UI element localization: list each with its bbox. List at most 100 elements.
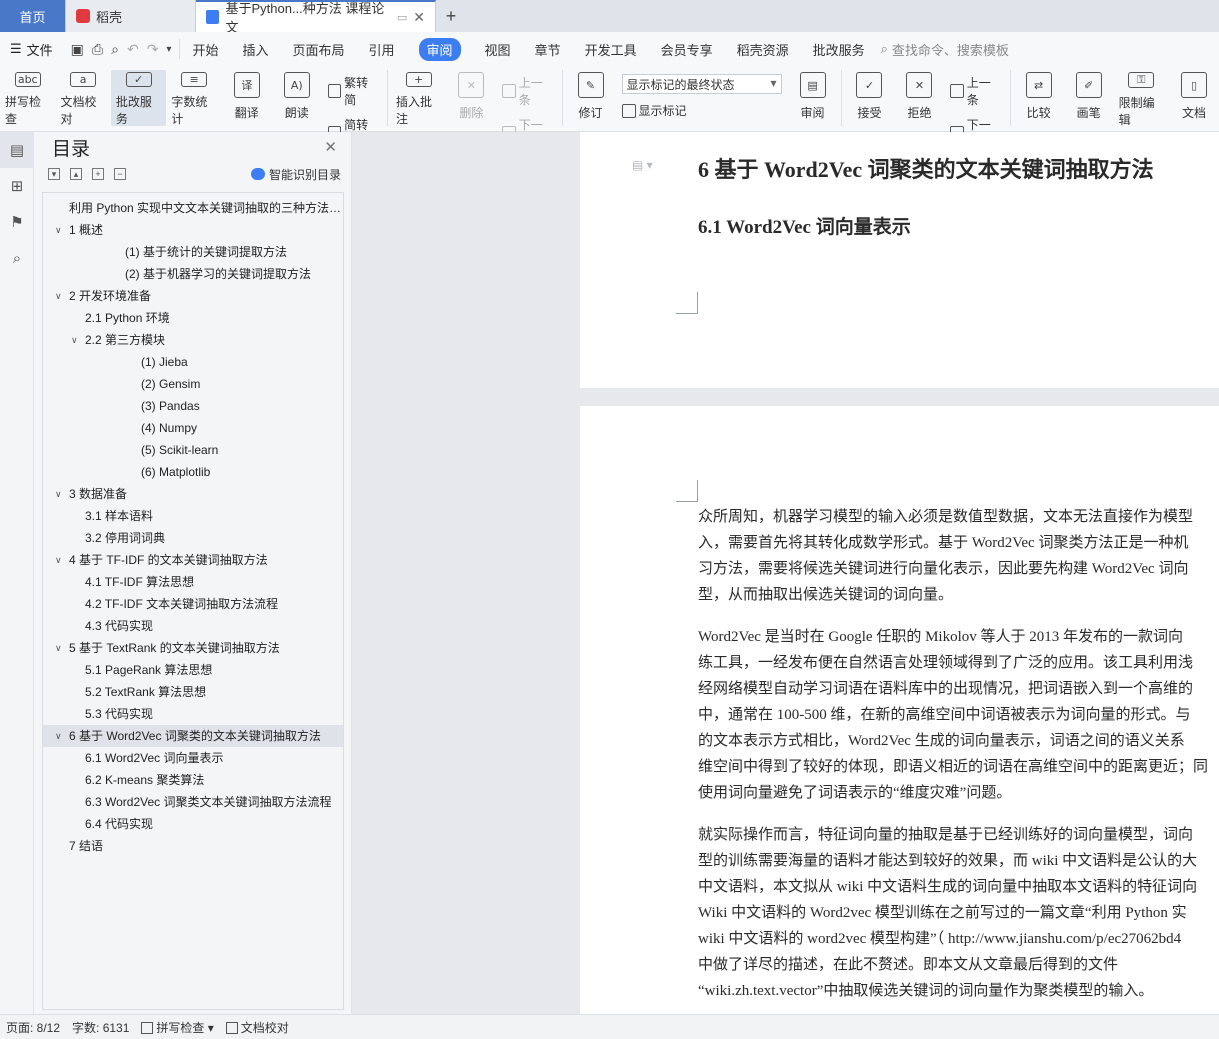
toc-icon[interactable]: ▤	[0, 132, 34, 168]
prev-comment-button[interactable]: 上一条	[502, 74, 552, 108]
heading-1[interactable]: 6 基于 Word2Vec 词聚类的文本关键词抽取方法	[698, 152, 1154, 184]
insert-comment-button[interactable]: + 插入批注	[391, 70, 446, 126]
menu-review[interactable]: 审阅	[407, 32, 473, 66]
redo-icon[interactable]: ↷	[147, 41, 159, 58]
toc-item[interactable]: 7 结语	[43, 835, 343, 857]
undo-icon[interactable]: ↶	[127, 41, 139, 58]
expand-up-icon[interactable]: ▴	[70, 168, 82, 180]
expand-caret-icon[interactable]: ∨	[55, 483, 62, 505]
toc-item[interactable]: 6.1 Word2Vec 词向量表示	[43, 747, 343, 769]
read-aloud-button[interactable]: A) 朗读	[272, 70, 322, 126]
toc-item[interactable]: 5.3 代码实现	[43, 703, 343, 725]
prev-change-button[interactable]: 上一条	[950, 74, 1000, 108]
toc-item[interactable]: ∨ 5 基于 TextRank 的文本关键词抽取方法	[43, 637, 343, 659]
expand-caret-icon[interactable]: ∨	[55, 219, 62, 241]
toc-item[interactable]: ∨ 3 数据准备	[43, 483, 343, 505]
toc-item[interactable]: 4.2 TF-IDF 文本关键词抽取方法流程	[43, 593, 343, 615]
file-menu[interactable]: ☰ 文件	[0, 32, 63, 66]
menu-devtools[interactable]: 开发工具	[573, 32, 649, 66]
page-indicator[interactable]: 页面: 8/12	[6, 1019, 60, 1036]
word-count-button[interactable]: ≡ 字数统计	[166, 70, 221, 126]
expand-caret-icon[interactable]: ∨	[55, 725, 62, 747]
tab-daoke[interactable]: 稻壳	[66, 0, 196, 32]
chapter-icon[interactable]: ⊞	[0, 168, 34, 204]
toc-item[interactable]: 3.2 停用词词典	[43, 527, 343, 549]
toc-item[interactable]: (5) Scikit-learn	[43, 439, 343, 461]
toc-item[interactable]: (2) Gensim	[43, 373, 343, 395]
proofread-status[interactable]: 文档校对	[225, 1019, 289, 1036]
menu-page-layout[interactable]: 页面布局	[280, 32, 356, 66]
toc-item[interactable]: (1) Jieba	[43, 351, 343, 373]
tab-home[interactable]: 首页	[0, 0, 66, 32]
save-icon[interactable]: ▣	[71, 41, 84, 58]
toc-item[interactable]: (6) Matplotlib	[43, 461, 343, 483]
delete-comment-button[interactable]: ✕ 删除	[446, 70, 496, 126]
expand-caret-icon[interactable]: ∨	[55, 285, 62, 307]
pin-icon[interactable]: ▭	[397, 11, 407, 24]
doc-proofread-button[interactable]: a 文档校对	[55, 70, 110, 126]
toc-item[interactable]: (1) 基于统计的关键词提取方法	[43, 241, 343, 263]
menu-view[interactable]: 视图	[473, 32, 523, 66]
restrict-edit-button[interactable]: ⚿ 限制编辑	[1114, 70, 1169, 127]
toc-item[interactable]: 5.2 TextRank 算法思想	[43, 681, 343, 703]
toc-item[interactable]: (4) Numpy	[43, 417, 343, 439]
menu-member[interactable]: 会员专享	[649, 32, 725, 66]
expand-caret-icon[interactable]: ∨	[71, 329, 78, 351]
pen-button[interactable]: ✐ 画笔	[1064, 70, 1114, 126]
tab-document[interactable]: 基于Python...种方法 课程论文 ▭ ✕	[196, 0, 436, 35]
markup-state-select[interactable]: 显示标记的最终状态	[621, 74, 782, 94]
toc-item[interactable]: 5.1 PageRank 算法思想	[43, 659, 343, 681]
toc-item[interactable]: 2.1 Python 环境	[43, 307, 343, 329]
toc-item[interactable]: (2) 基于机器学习的关键词提取方法	[43, 263, 343, 285]
new-tab-button[interactable]: +	[436, 0, 466, 32]
remove-heading-icon[interactable]: −	[114, 168, 126, 180]
toc-item[interactable]: (3) Pandas	[43, 395, 343, 417]
menu-insert[interactable]: 插入	[230, 32, 280, 66]
translate-button[interactable]: 译翻译	[222, 70, 272, 126]
customize-icon[interactable]: ▾	[166, 44, 171, 55]
menu-correction-service[interactable]: 批改服务	[801, 32, 877, 66]
toc-item[interactable]: ∨ 1 概述	[43, 219, 343, 241]
toc-item[interactable]: 6.2 K-means 聚类算法	[43, 769, 343, 791]
show-markup-button[interactable]: 显示标记	[621, 102, 782, 119]
toc-item[interactable]: 6.4 代码实现	[43, 813, 343, 835]
toc-item[interactable]: ∨ 2.2 第三方模块	[43, 329, 343, 351]
toc-item[interactable]: ∨ 6 基于 Word2Vec 词聚类的文本关键词抽取方法	[43, 725, 343, 747]
menu-reference[interactable]: 引用	[357, 32, 407, 66]
add-heading-icon[interactable]: +	[92, 168, 104, 180]
accept-button[interactable]: ✓ 接受	[844, 70, 894, 126]
smart-toc-button[interactable]: 智能识别目录	[250, 166, 341, 183]
find-icon[interactable]: ⌕	[0, 240, 34, 276]
document-more-button[interactable]: ▯ 文档	[1169, 70, 1219, 126]
toc-item[interactable]: 3.1 样本语料	[43, 505, 343, 527]
track-changes-button[interactable]: ✎ 修订	[566, 70, 616, 126]
toc-item[interactable]: 4.1 TF-IDF 算法思想	[43, 571, 343, 593]
expand-caret-icon[interactable]: ∨	[55, 549, 62, 571]
review-pane-button[interactable]: ▤ 审阅	[788, 70, 838, 126]
toc-item[interactable]: 4.3 代码实现	[43, 615, 343, 637]
expand-caret-icon[interactable]: ∨	[55, 637, 62, 659]
toc-item[interactable]: ∨ 2 开发环境准备	[43, 285, 343, 307]
reject-button[interactable]: ✕ 拒绝	[894, 70, 944, 126]
toc-item[interactable]: 6.3 Word2Vec 词聚类文本关键词抽取方法流程	[43, 791, 343, 813]
compare-button[interactable]: ⇄ 比较	[1014, 70, 1064, 126]
correction-service-button[interactable]: ✓ 批改服务	[110, 70, 167, 126]
paragraph[interactable]: Word2Vec 是当时在 Google 任职的 Mikolov 等人于 201…	[698, 624, 1219, 808]
heading-2[interactable]: 6.1 Word2Vec 词向量表示	[698, 212, 911, 239]
print-preview-icon[interactable]: ⌕	[111, 41, 119, 58]
menu-section[interactable]: 章节	[523, 32, 573, 66]
menu-start[interactable]: 开始	[180, 32, 230, 66]
command-search[interactable]: ⌕ 查找命令、搜索模板	[881, 40, 1009, 59]
close-tab-icon[interactable]: ✕	[413, 9, 425, 26]
paragraph[interactable]: 众所周知，机器学习模型的输入必须是数值型数据，文本无法直接作为模型 入，需要首先…	[698, 504, 1219, 610]
toc-item[interactable]: 利用 Python 实现中文文本关键词抽取的三种方法 课程论文	[43, 197, 343, 219]
document-options-icon[interactable]: ▤ ▾	[632, 158, 653, 172]
print-icon[interactable]: ⎙	[92, 41, 103, 58]
word-count[interactable]: 字数: 6131	[72, 1019, 129, 1036]
menu-daoke-resources[interactable]: 稻壳资源	[725, 32, 801, 66]
spell-check-button[interactable]: abc 拼写检查	[0, 70, 55, 126]
bookmark-icon[interactable]: ⚑	[0, 204, 34, 240]
toc-item[interactable]: ∨ 4 基于 TF-IDF 的文本关键词抽取方法	[43, 549, 343, 571]
spell-check-status[interactable]: 拼写检查 ▾	[141, 1019, 214, 1036]
fan-to-jian-button[interactable]: 繁转简	[327, 74, 378, 108]
